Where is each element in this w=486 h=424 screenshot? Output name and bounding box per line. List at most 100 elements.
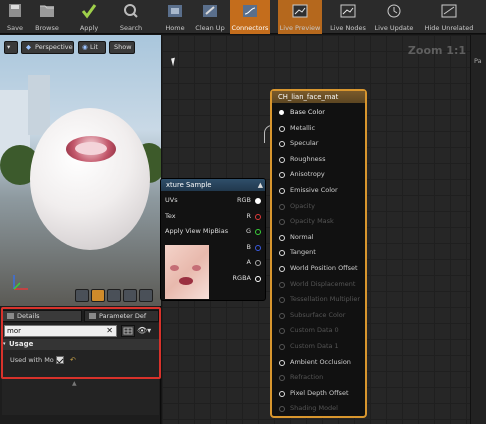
material-pin[interactable]: Tessellation Multiplier: [276, 292, 360, 308]
collapse-triangle-icon[interactable]: ▲: [258, 179, 263, 191]
material-pin[interactable]: Custom Data 1: [276, 339, 339, 355]
material-result-node[interactable]: CH_lian_face_mat Base Color Metallic Specu…: [270, 89, 367, 418]
perspective-icon: ◆: [26, 43, 31, 51]
live-nodes-icon: [340, 4, 356, 18]
material-pin[interactable]: Tangent: [276, 245, 316, 261]
texture-output-pin[interactable]: [255, 244, 261, 251]
texture-node-title: xture Sample ▲: [161, 179, 265, 191]
collapse-arrow-icon: ▾: [3, 341, 6, 347]
hide-unrelated-button[interactable]: Hide Unrelated: [420, 0, 478, 34]
material-pin[interactable]: Base Color: [276, 105, 325, 121]
material-preview-sphere: [30, 108, 150, 250]
material-pin[interactable]: Ambient Occlusion: [276, 355, 351, 371]
perspective-button[interactable]: ◆ Perspective: [21, 41, 74, 54]
show-button[interactable]: Show: [109, 41, 135, 54]
details-tabbar: Details Parameter Def: [2, 310, 159, 322]
search-icon: [124, 4, 138, 18]
material-pin[interactable]: Specular: [276, 136, 318, 152]
parameter-icon: [89, 313, 96, 319]
texture-sample-node[interactable]: xture Sample ▲ UVs Tex Apply View MipBias R…: [160, 178, 266, 301]
texture-output-pin[interactable]: [255, 213, 261, 220]
material-pin[interactable]: Custom Data 0: [276, 323, 339, 339]
preview-cube-button[interactable]: [123, 289, 137, 302]
background-building: [28, 75, 50, 135]
details-search-input[interactable]: mor ✕: [4, 325, 117, 337]
texture-output-pin[interactable]: [255, 260, 261, 266]
used-with-morph-targets-row: Used with Mo ↶: [2, 353, 159, 367]
save-icon: [9, 4, 21, 17]
material-pin[interactable]: Roughness: [276, 152, 325, 168]
home-icon: [168, 5, 182, 17]
live-preview-button[interactable]: Live Preview: [278, 0, 322, 34]
texture-output-pin-label: RGBA: [232, 273, 251, 282]
axis-gizmo-icon: [13, 275, 28, 290]
texture-output-pin-label: RGB: [236, 196, 251, 204]
visibility-filter-button[interactable]: 👁▾: [137, 325, 157, 337]
material-node-title: CH_lian_face_mat: [272, 91, 365, 103]
texture-output-pin[interactable]: [255, 229, 261, 235]
panel-resize-handle-icon[interactable]: ▲: [72, 380, 77, 387]
material-pin[interactable]: Subsurface Color: [276, 308, 345, 324]
grid-view-button[interactable]: [121, 325, 135, 337]
preview-cylinder-button[interactable]: [75, 289, 89, 302]
home-button[interactable]: Home: [156, 0, 194, 34]
chevron-down-icon: ▾: [7, 43, 11, 51]
live-nodes-button[interactable]: Live Nodes: [328, 0, 368, 34]
preview-sphere-button[interactable]: [91, 289, 105, 302]
texture-output-pin[interactable]: [255, 275, 261, 282]
texture-thumbnail: [165, 245, 209, 299]
material-pin[interactable]: World Displacement: [276, 277, 355, 293]
material-pin[interactable]: Refraction: [276, 370, 323, 386]
texture-output-pin-label: G: [245, 227, 251, 235]
material-pin[interactable]: Opacity: [276, 199, 315, 215]
preview-plane-button[interactable]: [107, 289, 121, 302]
lit-button[interactable]: ◉ Lit: [78, 41, 106, 54]
texture-output-pin-label: A: [246, 258, 251, 266]
browse-button[interactable]: Browse: [30, 0, 64, 34]
material-pin[interactable]: World Position Offset: [276, 261, 358, 277]
toolbar: Save Browse Apply Search Home Clean Up C…: [0, 0, 486, 34]
search-button[interactable]: Search: [114, 0, 148, 34]
palette-panel: Pa: [470, 35, 486, 424]
material-pin[interactable]: Anisotropy: [276, 167, 325, 183]
details-icon: [7, 313, 14, 319]
used-with-checkbox[interactable]: [56, 356, 64, 364]
preview-viewport[interactable]: ▾ ◆ Perspective ◉ Lit Show: [0, 35, 161, 306]
grid-icon: [123, 327, 133, 335]
apply-button[interactable]: Apply: [72, 0, 106, 34]
material-pin[interactable]: Emissive Color: [276, 183, 338, 199]
chevron-down-icon: ▾: [147, 326, 152, 335]
save-button[interactable]: Save: [2, 0, 28, 34]
live-update-icon: [387, 4, 401, 18]
texture-input-pin[interactable]: Apply View MipBias: [165, 227, 228, 235]
eye-icon: 👁: [137, 326, 148, 335]
reset-to-default-icon[interactable]: ↶: [70, 353, 76, 367]
left-panel: ▾ ◆ Perspective ◉ Lit Show Details Param…: [0, 35, 161, 424]
material-pin[interactable]: Opacity Mask: [276, 214, 334, 230]
material-pin[interactable]: Metallic: [276, 121, 315, 137]
tab-details[interactable]: Details: [2, 310, 82, 322]
cleanup-icon: [203, 5, 217, 17]
viewport-menu-button[interactable]: ▾: [4, 41, 18, 54]
clear-search-icon[interactable]: ✕: [106, 326, 113, 336]
texture-input-pin[interactable]: UVs: [165, 196, 178, 204]
texture-input-pin[interactable]: Tex: [165, 212, 176, 220]
material-pin[interactable]: Normal: [276, 230, 314, 246]
palette-tab-label[interactable]: Pa: [474, 57, 482, 65]
connectors-icon: [243, 5, 257, 17]
mouth-texture: [66, 136, 116, 162]
apply-icon: [81, 4, 97, 19]
connectors-button[interactable]: Connectors: [230, 0, 270, 34]
material-pin[interactable]: Pixel Depth Offset: [276, 386, 349, 402]
browse-icon: [40, 5, 54, 17]
preview-mesh-button[interactable]: [139, 289, 153, 302]
usage-category-header[interactable]: ▾ Usage: [2, 339, 159, 350]
texture-output-pin[interactable]: [255, 198, 261, 204]
hide-unrelated-icon: [441, 4, 457, 18]
material-pin[interactable]: Shading Model: [276, 401, 338, 417]
tab-parameter-defaults[interactable]: Parameter Def: [84, 310, 159, 322]
live-preview-icon: [292, 4, 308, 18]
details-panel: mor ✕ 👁▾ ▾ Usage Used with Mo ↶: [2, 323, 159, 415]
live-update-button[interactable]: Live Update: [372, 0, 416, 34]
clean-up-button[interactable]: Clean Up: [192, 0, 228, 34]
